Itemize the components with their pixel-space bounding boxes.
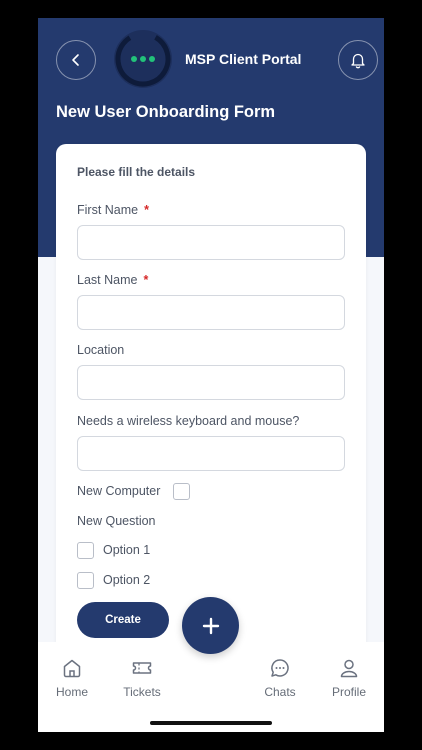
nav-home-label: Home bbox=[55, 685, 88, 699]
notifications-button[interactable] bbox=[338, 40, 378, 80]
keyboard-mouse-label: Needs a wireless keyboard and mouse? bbox=[77, 414, 300, 428]
app-title: MSP Client Portal bbox=[185, 51, 302, 67]
create-button[interactable]: Create bbox=[77, 602, 169, 638]
location-field[interactable] bbox=[77, 365, 345, 400]
bottom-nav: Home Tickets Chats Profile bbox=[38, 642, 384, 732]
option-2-label: Option 2 bbox=[103, 573, 151, 587]
nav-profile-label: Profile bbox=[331, 685, 366, 699]
option-1-checkbox[interactable] bbox=[77, 542, 94, 559]
new-question-label: New Question bbox=[77, 514, 156, 528]
back-button[interactable] bbox=[56, 40, 96, 80]
logo-dots bbox=[131, 56, 155, 62]
nav-profile[interactable]: Profile bbox=[319, 657, 379, 699]
required-marker: * bbox=[143, 273, 149, 287]
option-2-checkbox[interactable] bbox=[77, 572, 94, 589]
nav-tickets-label: Tickets bbox=[123, 685, 161, 699]
required-marker: * bbox=[144, 203, 149, 217]
nav-tickets[interactable]: Tickets bbox=[112, 657, 172, 699]
last-name-field[interactable] bbox=[77, 295, 345, 330]
last-name-label: Last Name * bbox=[77, 273, 149, 287]
home-icon bbox=[63, 659, 81, 678]
new-computer-checkbox[interactable] bbox=[173, 483, 190, 500]
keyboard-mouse-field[interactable] bbox=[77, 436, 345, 471]
profile-icon bbox=[340, 659, 358, 678]
add-button[interactable] bbox=[182, 597, 239, 654]
app-logo bbox=[114, 30, 172, 88]
form-card: Please fill the details First Name * Last… bbox=[56, 144, 366, 664]
ticket-icon bbox=[132, 662, 152, 674]
first-name-field[interactable] bbox=[77, 225, 345, 260]
nav-chats-label: Chats bbox=[264, 685, 296, 699]
first-name-label: First Name * bbox=[77, 203, 149, 217]
option-1-label: Option 1 bbox=[103, 543, 151, 557]
chevron-left-icon bbox=[72, 54, 79, 66]
chat-icon bbox=[271, 659, 289, 677]
nav-home[interactable]: Home bbox=[42, 657, 102, 699]
plus-icon bbox=[202, 617, 219, 634]
page-title: New User Onboarding Form bbox=[56, 103, 276, 121]
bell-icon bbox=[351, 53, 365, 69]
app-screen: MSP Client Portal New User Onboarding Fo… bbox=[38, 18, 384, 732]
new-computer-label: New Computer bbox=[77, 484, 161, 498]
location-label: Location bbox=[77, 343, 125, 357]
nav-chats[interactable]: Chats bbox=[250, 657, 310, 699]
home-indicator bbox=[150, 721, 272, 725]
form-subtitle: Please fill the details bbox=[77, 165, 196, 179]
